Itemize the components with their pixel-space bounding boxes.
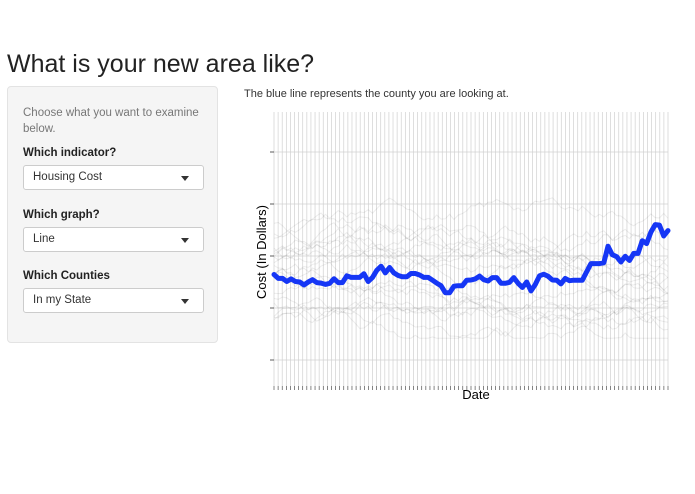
graph-select[interactable]: Line [23, 227, 204, 252]
indicator-label: Which indicator? [23, 147, 117, 159]
graph-label: Which graph? [23, 209, 100, 221]
chevron-down-icon [181, 238, 189, 243]
cost-line-chart: Cost (In Dollars) Date [254, 112, 671, 402]
sidebar-panel: Choose what you want to examine below. W… [7, 86, 218, 343]
counties-value: In my State [33, 294, 92, 306]
indicator-value: Housing Cost [33, 171, 103, 183]
y-axis-label: Cost (In Dollars) [254, 205, 269, 299]
page-title: What is your new area like? [7, 50, 315, 78]
graph-value: Line [33, 233, 55, 245]
help-text: Choose what you want to examine below. [23, 107, 199, 135]
indicator-select[interactable]: Housing Cost [23, 165, 204, 190]
chart-caption: The blue line represents the county you … [244, 88, 509, 100]
x-axis-label: Date [462, 387, 489, 402]
counties-select[interactable]: In my State [23, 288, 204, 313]
chevron-down-icon [181, 299, 189, 304]
counties-label: Which Counties [23, 270, 110, 282]
chevron-down-icon [181, 176, 189, 181]
y-axis-ticks [270, 151, 274, 361]
